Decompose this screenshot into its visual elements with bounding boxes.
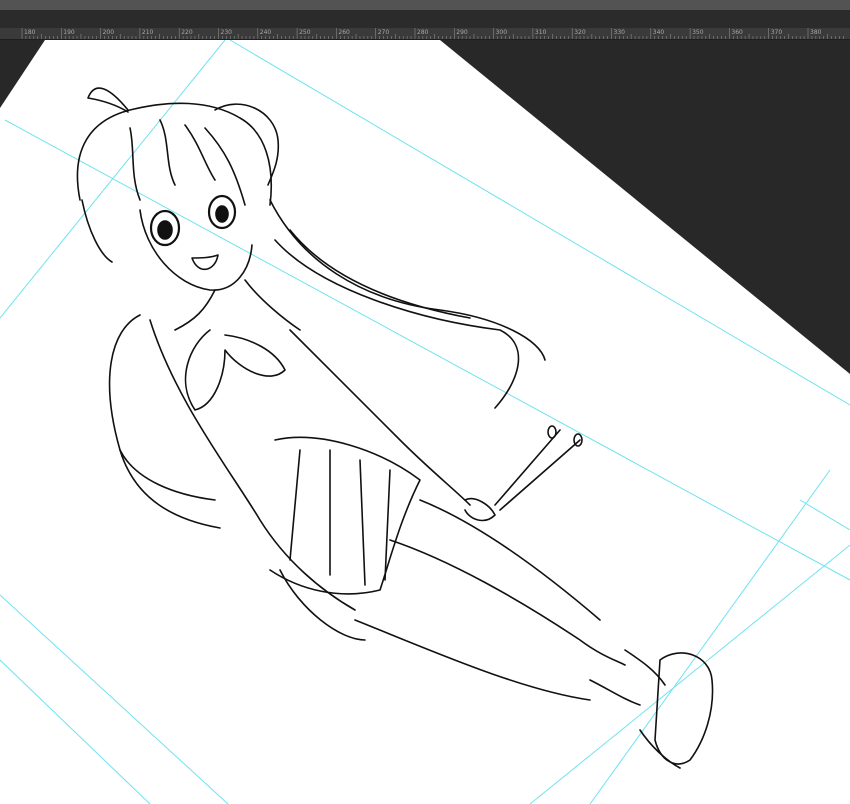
ruler-label: 360	[731, 29, 743, 36]
ruler-label: 370	[770, 29, 783, 36]
ruler-label: 230	[220, 29, 232, 36]
ruler-label: 280	[417, 29, 429, 36]
document-canvas[interactable]	[0, 40, 850, 804]
ruler-label: 300	[495, 29, 508, 36]
ruler-label: 290	[456, 29, 468, 36]
canvas-workspace[interactable]	[0, 40, 850, 804]
horizontal-ruler[interactable]: 180 190 200 210 220 230 240 250 260 270 280 290 300 3…	[0, 28, 850, 40]
ruler-label: 260	[338, 29, 350, 36]
ruler-label: 250	[299, 29, 311, 36]
options-bar	[0, 10, 850, 28]
ruler-label: 350	[692, 29, 704, 36]
ruler-label: 180	[24, 29, 36, 36]
eye-left-pupil	[157, 220, 173, 240]
ruler-label: 240	[259, 29, 272, 36]
ruler-label: 340	[652, 29, 665, 36]
ruler-label: 320	[574, 29, 586, 36]
ruler-label: 190	[63, 29, 75, 36]
ruler-label: 210	[141, 29, 154, 36]
ruler-label: 380	[810, 29, 822, 36]
top-toolbar-strip	[0, 0, 850, 10]
ruler-label: 330	[613, 29, 625, 36]
ruler-label: 200	[102, 29, 115, 36]
ruler-label: 310	[534, 29, 547, 36]
ruler-label: 270	[377, 29, 390, 36]
ruler-label: 220	[181, 29, 193, 36]
eye-right-pupil	[215, 205, 229, 223]
